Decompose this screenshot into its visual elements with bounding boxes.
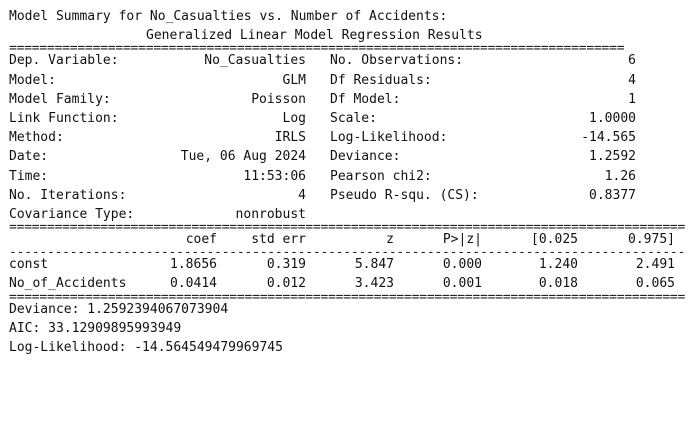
info-value: 4 xyxy=(628,72,636,88)
cell-z: 3.423 xyxy=(354,276,394,292)
info-value: 6 xyxy=(628,53,636,69)
col-header-ci-high: 0.975] xyxy=(628,232,675,248)
info-value: Log xyxy=(282,110,306,126)
footer-line: Deviance: 1.2592394067073904 xyxy=(9,300,685,319)
footer-line: AIC: 33.12909895993949 xyxy=(9,319,685,338)
row-label: No_of_Accidents xyxy=(9,276,127,292)
cell-coef: 1.8656 xyxy=(170,257,217,273)
info-label: Covariance Type: xyxy=(9,206,135,222)
cell-z: 5.847 xyxy=(354,257,394,273)
info-label: Dep. Variable: xyxy=(9,53,119,69)
info-value: 1.0000 xyxy=(589,110,636,126)
cell-std-err: 0.319 xyxy=(266,257,306,273)
info-value: 0.8377 xyxy=(589,187,636,203)
info-label: Model: xyxy=(9,72,56,88)
info-label: Log-Likelihood: xyxy=(330,130,448,146)
regression-output: Model Summary for No_Casualties vs. Numb… xyxy=(9,7,685,357)
info-label: Date: xyxy=(9,149,49,165)
table-row: const 1.8656 0.319 5.847 0.000 1.240 2.4… xyxy=(9,255,685,274)
table-row: No_of_Accidents 0.0414 0.012 3.423 0.001… xyxy=(9,274,685,293)
info-label: Time: xyxy=(9,168,49,184)
cell-p: 0.000 xyxy=(442,257,482,273)
info-label: Method: xyxy=(9,130,64,146)
info-label: Link Function: xyxy=(9,110,119,126)
info-row: No. Iterations: 4 Pseudo R-squ. (CS): 0.… xyxy=(9,186,685,205)
info-row: Link Function: Log Scale: 1.0000 xyxy=(9,109,685,128)
info-label: Df Model: xyxy=(330,91,401,107)
info-row: Time: 11:53:06 Pearson chi2: 1.26 xyxy=(9,167,685,186)
info-value: IRLS xyxy=(274,130,306,146)
info-value: nonrobust xyxy=(235,206,306,222)
info-label: No. Iterations: xyxy=(9,187,127,203)
coef-header-row: coef std err z P>|z| [0.025 0.975] xyxy=(9,230,685,249)
info-label: No. Observations: xyxy=(330,53,464,69)
results-title-text: Generalized Linear Model Regression Resu… xyxy=(146,28,483,44)
info-label: Df Residuals: xyxy=(330,72,432,88)
info-row: Covariance Type: nonrobust xyxy=(9,205,685,224)
info-label: Scale: xyxy=(330,110,377,126)
footer-line: Log-Likelihood: -14.564549479969745 xyxy=(9,338,685,357)
cell-ci-high: 2.491 xyxy=(635,257,675,273)
aic-text: AIC: 33.12909895993949 xyxy=(9,320,182,336)
info-row: Dep. Variable: No_Casualties No. Observa… xyxy=(9,51,685,70)
summary-title: Model Summary for No_Casualties vs. Numb… xyxy=(9,7,685,26)
cell-ci-low: 1.240 xyxy=(538,257,578,273)
info-value: -14.565 xyxy=(581,130,636,146)
info-label: Model Family: xyxy=(9,91,111,107)
info-label: Pearson chi2: xyxy=(330,168,432,184)
col-header-z: z xyxy=(386,232,394,248)
log-likelihood-text: Log-Likelihood: -14.564549479969745 xyxy=(9,340,283,355)
info-value: 1.26 xyxy=(604,168,636,184)
info-label: Deviance: xyxy=(330,149,401,165)
info-value: Tue, 06 Aug 2024 xyxy=(180,149,306,165)
info-row: Method: IRLS Log-Likelihood: -14.565 xyxy=(9,128,685,147)
cell-ci-low: 0.018 xyxy=(538,276,578,292)
cell-coef: 0.0414 xyxy=(170,276,217,292)
deviance-text: Deviance: 1.2592394067073904 xyxy=(9,301,229,317)
cell-ci-high: 0.065 xyxy=(635,276,675,292)
cell-std-err: 0.012 xyxy=(266,276,306,292)
info-value: GLM xyxy=(282,72,306,88)
info-label: Pseudo R-squ. (CS): xyxy=(330,187,479,203)
info-value: 4 xyxy=(298,187,306,203)
info-row: Date: Tue, 06 Aug 2024 Deviance: 1.2592 xyxy=(9,147,685,166)
info-value: Poisson xyxy=(251,91,306,107)
info-row: Model Family: Poisson Df Model: 1 xyxy=(9,90,685,109)
info-row: Model: GLM Df Residuals: 4 xyxy=(9,71,685,90)
cell-p: 0.001 xyxy=(442,276,482,292)
results-title: Generalized Linear Model Regression Resu… xyxy=(9,26,685,45)
col-header-p: P>|z| xyxy=(442,232,482,248)
row-label: const xyxy=(9,257,49,273)
info-value: 1.2592 xyxy=(589,149,636,165)
info-value: No_Casualties xyxy=(204,53,306,69)
col-header-ci-low: [0.025 xyxy=(531,232,578,248)
summary-title-text: Model Summary for No_Casualties vs. Numb… xyxy=(9,9,448,24)
col-header-std-err: std err xyxy=(251,232,306,248)
info-value: 1 xyxy=(628,91,636,107)
info-value: 11:53:06 xyxy=(243,168,306,184)
col-header-coef: coef xyxy=(185,232,217,248)
